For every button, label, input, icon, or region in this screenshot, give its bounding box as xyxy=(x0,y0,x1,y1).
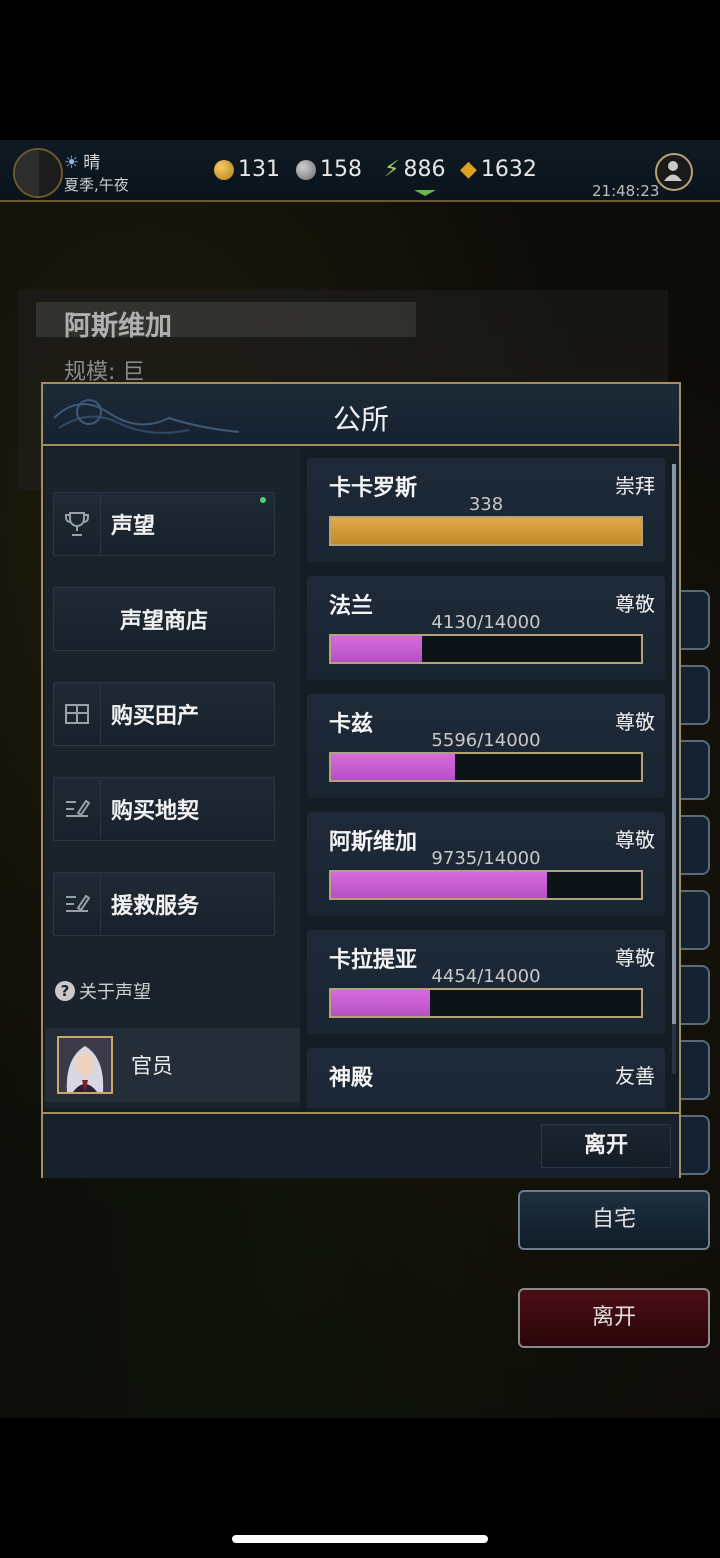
top-hud: ☀ 晴 夏季,午夜 131 158 ⚡ 886 ◆ 1632 21:48:23 xyxy=(0,140,720,202)
faction-card: 阿斯维加 尊敬 9735/14000 xyxy=(307,812,665,916)
energy-value: 886 xyxy=(403,157,446,182)
reputation-bar-fill xyxy=(331,872,547,898)
side-button-stub[interactable] xyxy=(676,665,710,725)
day-night-dial-icon xyxy=(13,148,63,198)
faction-card: 卡拉提亚 尊敬 4454/14000 xyxy=(307,930,665,1034)
reputation-bar-fill xyxy=(331,636,423,662)
menu-column: 声望 声望商店 购买田产 购买地契 援救服务 ? 关于声望 官员 xyxy=(45,448,300,1108)
reputation-label: 声望 xyxy=(111,514,156,539)
reputation-shop-button[interactable]: 声望商店 xyxy=(53,587,275,651)
profile-button[interactable] xyxy=(655,153,693,191)
silver-counter: 158 xyxy=(296,157,362,182)
reputation-bar-fill xyxy=(331,754,455,780)
buy-field-button[interactable]: 购买田产 xyxy=(53,682,275,746)
faction-card: 法兰 尊敬 4130/14000 xyxy=(307,576,665,680)
reputation-shop-label: 声望商店 xyxy=(119,609,208,634)
faction-name: 神殿 xyxy=(329,1066,374,1091)
gem-counter: ◆ 1632 xyxy=(460,157,537,182)
buy-deed-button[interactable]: 购买地契 xyxy=(53,777,275,841)
side-button-stub[interactable] xyxy=(676,890,710,950)
user-icon xyxy=(664,161,682,181)
about-reputation-label: 关于声望 xyxy=(79,982,151,1003)
game-clock: 21:48:23 xyxy=(592,182,660,200)
dialog-title: 公所 xyxy=(332,403,389,436)
reputation-bar-fill xyxy=(331,518,641,544)
side-button-stub[interactable] xyxy=(676,1115,710,1175)
energy-counter: ⚡ 886 xyxy=(384,157,445,182)
official-label: 官员 xyxy=(131,1054,173,1078)
city-name: 阿斯维加 xyxy=(64,311,172,342)
sun-icon: ☀ xyxy=(64,153,80,173)
rescue-service-label: 援救服务 xyxy=(111,894,200,919)
reputation-bar xyxy=(329,870,643,900)
gem-value: 1632 xyxy=(480,157,537,182)
silver-coin-icon xyxy=(296,159,316,180)
dialog-footer: 离开 xyxy=(43,1112,679,1178)
trophy-icon xyxy=(54,494,101,554)
side-button-stub[interactable] xyxy=(676,740,710,800)
reputation-button[interactable]: 声望 xyxy=(53,492,275,556)
side-button-stub[interactable] xyxy=(676,1040,710,1100)
scrollbar-thumb[interactable] xyxy=(672,464,676,1024)
buy-field-label: 购买田产 xyxy=(111,704,200,729)
notification-dot xyxy=(260,497,266,503)
reputation-bar xyxy=(329,516,643,546)
gold-counter: 131 xyxy=(214,157,280,182)
home-button[interactable]: 自宅 xyxy=(518,1190,710,1250)
home-indicator[interactable] xyxy=(232,1535,488,1543)
rescue-icon xyxy=(54,874,101,934)
town-hall-dialog: 公所 声望 声望商店 购买田产 购买地契 援救服务 ? 关于声望 官员 卡卡罗斯… xyxy=(41,382,681,1178)
game-scene: ☀晴 夏季,午夜 131 158 ⚡ 886 ◆ 1632 21:48:23 xyxy=(0,140,720,1418)
gold-coin-icon xyxy=(214,159,234,180)
gem-icon: ◆ xyxy=(460,157,477,182)
field-icon xyxy=(54,684,101,744)
energy-indicator-icon xyxy=(414,190,436,196)
official-button[interactable]: 官员 xyxy=(45,1028,300,1102)
weather: ☀ 晴 xyxy=(64,148,100,173)
faction-value: 4454/14000 xyxy=(431,966,541,987)
reputation-bar xyxy=(329,988,643,1018)
season-time: 夏季,午夜 xyxy=(64,176,129,194)
official-portrait xyxy=(57,1036,113,1094)
side-button-stub[interactable] xyxy=(676,590,710,650)
reputation-bar-fill xyxy=(331,990,430,1016)
faction-list[interactable]: 卡卡罗斯 崇拜 338 法兰 尊敬 4130/14000 卡兹 尊敬 5596/… xyxy=(305,458,671,1108)
faction-value: 338 xyxy=(468,494,504,515)
about-reputation-link[interactable]: ? 关于声望 xyxy=(55,978,151,1004)
deed-icon xyxy=(54,779,101,839)
dialog-header: 公所 xyxy=(43,384,679,446)
rescue-service-button[interactable]: 援救服务 xyxy=(53,872,275,936)
help-icon: ? xyxy=(55,981,75,1001)
faction-card: 卡兹 尊敬 5596/14000 xyxy=(307,694,665,798)
leave-button[interactable]: 离开 xyxy=(541,1124,671,1168)
faction-value: 4130/14000 xyxy=(431,612,541,633)
faction-value: 9735/14000 xyxy=(431,848,541,869)
weather-label: 晴 xyxy=(83,153,101,173)
reputation-bar xyxy=(329,634,643,664)
side-button-stub[interactable] xyxy=(676,815,710,875)
faction-card: 神殿 友善 xyxy=(307,1048,665,1108)
buy-deed-label: 购买地契 xyxy=(111,799,200,824)
silver-value: 158 xyxy=(320,157,362,182)
gold-value: 131 xyxy=(238,157,280,182)
faction-rank: 友善 xyxy=(615,1064,655,1088)
side-button-stub[interactable] xyxy=(676,965,710,1025)
lightning-icon: ⚡ xyxy=(384,157,400,182)
faction-value: 5596/14000 xyxy=(431,730,541,751)
faction-card: 卡卡罗斯 崇拜 338 xyxy=(307,458,665,562)
exit-town-button[interactable]: 离开 xyxy=(518,1288,710,1348)
reputation-bar xyxy=(329,752,643,782)
